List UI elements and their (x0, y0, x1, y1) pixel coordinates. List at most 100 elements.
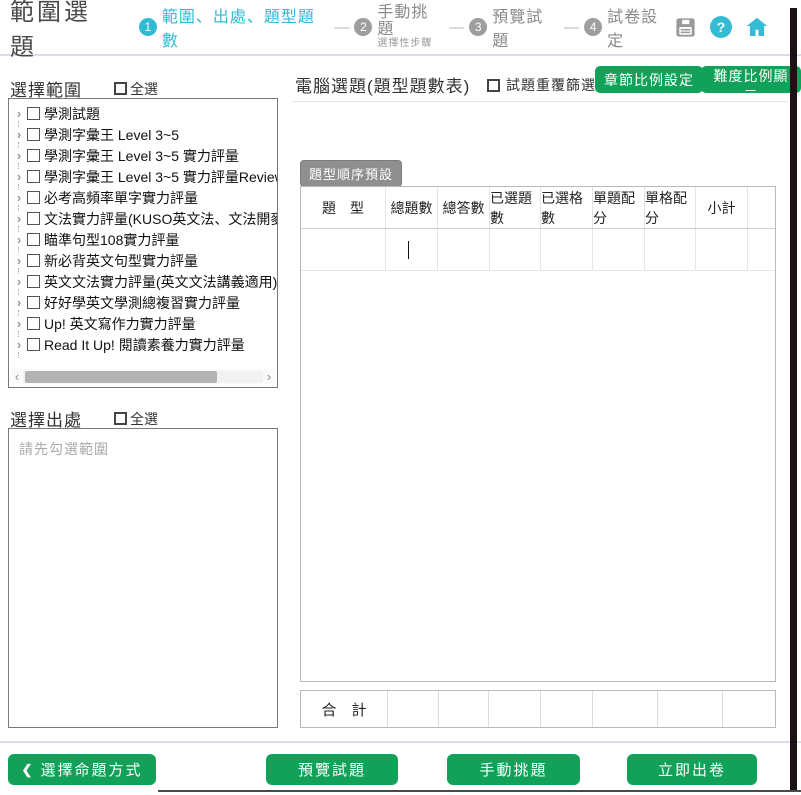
tree-item[interactable]: › 新必背英文句型實力評量 (9, 250, 277, 271)
expand-chevron-icon[interactable]: › (12, 190, 26, 205)
cell-points-per-blank[interactable] (645, 229, 696, 270)
tree-item[interactable]: ›英文文法實力評量(英文文法講義適用) (9, 271, 277, 292)
col-header-total-questions: 總題數 (386, 187, 438, 228)
expand-chevron-icon[interactable]: › (12, 169, 26, 184)
expand-chevron-icon[interactable]: › (12, 211, 26, 226)
tree-item-checkbox[interactable] (27, 107, 40, 120)
tree-item-label: 學測字彙王 Level 3~5 實力評量Review (44, 167, 277, 187)
col-header-blank (748, 187, 775, 228)
total-cell (489, 691, 541, 727)
step-4-badge: 4 (584, 18, 602, 36)
col-header-selected-questions: 已選題數 (490, 187, 541, 228)
total-row-table: 合 計 (300, 690, 776, 728)
tree-item-label: 文法實力評量(KUSO英文法、文法開麥拉) (44, 209, 277, 229)
range-select-all-checkbox[interactable] (114, 82, 127, 95)
tree-item[interactable]: ›瞄準句型108實力評量 (9, 229, 277, 250)
back-chevron-icon: ❮ (22, 762, 35, 778)
tree-item-checkbox[interactable] (27, 170, 40, 183)
expand-chevron-icon[interactable]: › (12, 232, 26, 247)
total-cell (723, 691, 775, 727)
tree-item[interactable]: › 學測字彙王 Level 3~5 (9, 124, 277, 145)
chapter-ratio-button[interactable]: 章節比例設定 (595, 66, 703, 93)
step-separator: — (449, 19, 464, 36)
manual-pick-button[interactable]: 手動挑題 (447, 754, 580, 785)
source-list-panel: 請先勾選範圍 (8, 428, 278, 728)
source-placeholder: 請先勾選範圍 (9, 429, 277, 459)
help-icon[interactable]: ? (710, 16, 732, 38)
exam-builder-window: 範圍選題 1 範圍、出處、題型題數 — 2 手動挑題 選擇性步驟 — 3 預覽試… (0, 0, 801, 795)
tree-item[interactable]: ›學測試題 (9, 103, 277, 124)
cell-total-answers[interactable] (438, 229, 490, 270)
preview-questions-button[interactable]: 預覽試題 (266, 754, 398, 785)
tree-item-label: Up! 英文寫作力實力評量 (44, 314, 196, 334)
tree-item-checkbox[interactable] (27, 296, 40, 309)
computer-pick-title: 電腦選題(題型題數表) (295, 72, 470, 97)
expand-chevron-icon[interactable]: › (12, 295, 26, 310)
cell-subtotal[interactable] (696, 229, 748, 270)
difficulty-ratio-button[interactable]: 難度比例顯示 (701, 66, 801, 93)
tree-item-label: 學測字彙王 Level 3~5 實力評量 (44, 146, 239, 166)
scrollbar-thumb[interactable] (25, 371, 217, 383)
tree-item-checkbox[interactable] (27, 275, 40, 288)
right-edge-strip (790, 8, 797, 792)
step-4-label: 試卷設定 (607, 3, 674, 51)
tree-item-label: 學測字彙王 Level 3~5 (44, 125, 179, 145)
total-cell (541, 691, 593, 727)
tree-item-checkbox[interactable] (27, 233, 40, 246)
expand-chevron-icon[interactable]: › (12, 337, 26, 352)
step-3-preview[interactable]: 3 預覽試題 (469, 3, 559, 51)
cell-points-per-question[interactable] (593, 229, 645, 270)
expand-chevron-icon[interactable]: › (12, 316, 26, 331)
range-select-all-label: 全選 (130, 79, 158, 99)
tree-item-checkbox[interactable] (27, 212, 40, 225)
tree-item[interactable]: › 學測字彙王 Level 3~5 實力評量Review (9, 166, 277, 187)
duplicate-filter-checkbox[interactable] (487, 79, 500, 92)
cell-question-type[interactable] (301, 229, 386, 270)
scroll-right-icon[interactable]: › (263, 370, 275, 383)
scroll-left-icon[interactable]: ‹ (11, 370, 23, 383)
tree-item[interactable]: ›Read It Up! 閱讀素養力實力評量 (9, 334, 277, 355)
tree-item[interactable]: ›必考高頻率單字實力評量 (9, 187, 277, 208)
tree-item[interactable]: ›好好學英文學測總複習實力評量 (9, 292, 277, 313)
step-1-label: 範圍、出處、題型題數 (162, 3, 330, 51)
total-cell (593, 691, 658, 727)
horizontal-scrollbar[interactable]: ‹ › (11, 369, 275, 384)
tree-item[interactable]: › 學測字彙王 Level 3~5 實力評量 (9, 145, 277, 166)
tree-item-label: 新必背英文句型實力評量 (44, 251, 198, 271)
tree-item-checkbox[interactable] (27, 149, 40, 162)
tree-item-checkbox[interactable] (27, 338, 40, 351)
step-2-manual-pick[interactable]: 2 手動挑題 選擇性步驟 (354, 5, 444, 49)
generate-paper-button[interactable]: 立即出卷 (627, 754, 757, 785)
source-select-all-label: 全選 (130, 409, 158, 429)
step-1-range[interactable]: 1 範圍、出處、題型題數 (139, 3, 330, 51)
step-separator: — (564, 19, 579, 36)
home-icon[interactable] (745, 15, 769, 39)
tree-item-checkbox[interactable] (27, 128, 40, 141)
step-4-paper-settings[interactable]: 4 試卷設定 (584, 3, 674, 51)
tree-item[interactable]: › 文法實力評量(KUSO英文法、文法開麥拉) (9, 208, 277, 229)
col-header-points-per-blank: 單格配分 (645, 187, 696, 228)
total-cell (439, 691, 489, 727)
expand-chevron-icon[interactable]: › (12, 274, 26, 289)
back-to-method-button[interactable]: ❮ 選擇命題方式 (8, 754, 156, 785)
save-icon[interactable] (674, 16, 697, 39)
cell-selected-blanks[interactable] (541, 229, 593, 270)
back-button-label: 選擇命題方式 (40, 759, 142, 780)
expand-chevron-icon[interactable]: › (12, 253, 26, 268)
cell-total-questions-input[interactable] (386, 229, 438, 270)
tree-item-checkbox[interactable] (27, 317, 40, 330)
step-1-badge: 1 (139, 18, 157, 36)
question-order-default-button[interactable]: 題型順序預設 (300, 160, 402, 187)
cell-selected-questions[interactable] (490, 229, 541, 270)
expand-chevron-icon[interactable]: › (12, 106, 26, 121)
tree-item-checkbox[interactable] (27, 254, 40, 267)
total-cell (388, 691, 439, 727)
expand-chevron-icon[interactable]: › (12, 127, 26, 142)
step-3-badge: 3 (469, 18, 487, 36)
scrollbar-track[interactable] (23, 371, 263, 383)
expand-chevron-icon[interactable]: › (12, 148, 26, 163)
tree-item[interactable]: › Up! 英文寫作力實力評量 (9, 313, 277, 334)
tree-item-checkbox[interactable] (27, 191, 40, 204)
step-2-label: 手動挑題 (377, 5, 444, 39)
source-select-all-checkbox[interactable] (114, 412, 127, 425)
